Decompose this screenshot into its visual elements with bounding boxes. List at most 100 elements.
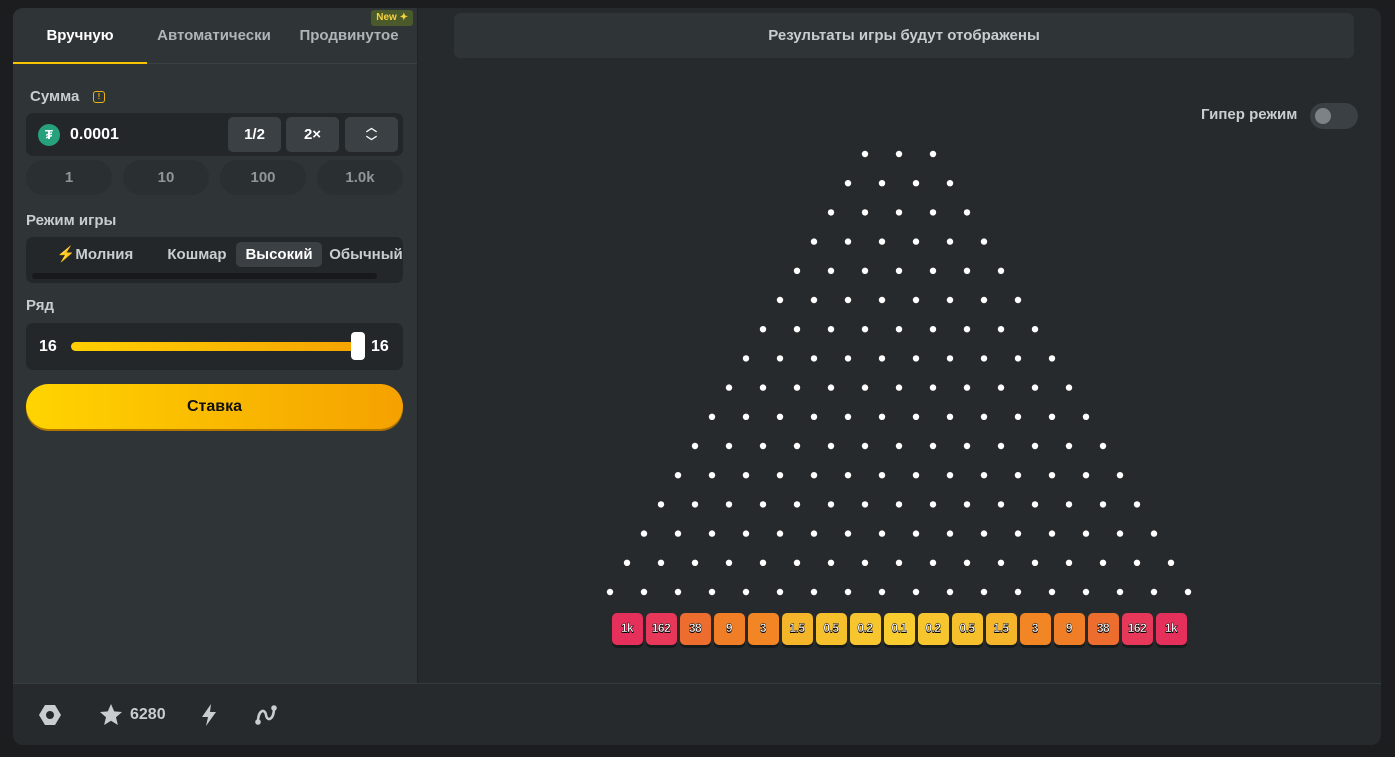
peg [895, 209, 903, 216]
multiplier-slot: 1.5 [781, 613, 813, 645]
peg [946, 472, 954, 479]
plinko-app: Вручную Автоматически Продвинутое New ✦ … [13, 8, 1381, 745]
peg [878, 238, 886, 245]
peg [929, 501, 937, 508]
peg [1014, 588, 1022, 596]
peg [827, 501, 835, 508]
peg [742, 588, 750, 596]
peg [725, 442, 733, 450]
peg [776, 472, 784, 479]
peg [759, 384, 767, 391]
peg [878, 588, 886, 596]
peg [759, 442, 767, 450]
peg [844, 238, 852, 245]
multiplier-slot: 1k [1155, 613, 1187, 645]
peg [793, 267, 801, 274]
peg [1150, 588, 1158, 596]
peg [861, 559, 869, 566]
peg [691, 442, 699, 450]
peg [776, 296, 784, 304]
peg [844, 472, 852, 479]
peg [997, 267, 1005, 274]
peg [895, 326, 903, 333]
star-icon[interactable] [98, 702, 124, 728]
multiplier-slot: 0.2 [917, 613, 949, 645]
multiplier-slot: 9 [1053, 613, 1085, 645]
multiplier-slot: 3 [1019, 613, 1051, 645]
lightning-icon[interactable] [196, 702, 222, 728]
peg [1133, 501, 1141, 508]
peg [963, 384, 971, 391]
peg [861, 209, 869, 216]
route-icon[interactable] [253, 702, 279, 728]
peg [997, 326, 1005, 333]
peg [980, 588, 988, 596]
peg [1184, 588, 1192, 596]
peg [912, 180, 920, 187]
peg [963, 326, 971, 333]
peg [793, 384, 801, 391]
peg [844, 588, 852, 596]
peg [810, 530, 818, 537]
peg [980, 413, 988, 420]
peg [997, 559, 1005, 566]
peg [912, 296, 920, 304]
peg [1048, 472, 1056, 479]
peg [980, 530, 988, 537]
peg [776, 530, 784, 537]
peg [640, 530, 648, 537]
peg [844, 530, 852, 537]
peg [1116, 588, 1124, 596]
peg [963, 267, 971, 274]
peg [980, 296, 988, 304]
multiplier-slot: 162 [1121, 613, 1153, 645]
peg [827, 559, 835, 566]
peg [963, 209, 971, 216]
peg [980, 355, 988, 362]
peg [1065, 384, 1073, 391]
peg [844, 180, 852, 187]
peg [861, 267, 869, 274]
peg [810, 472, 818, 479]
peg [946, 296, 954, 304]
peg [1133, 559, 1141, 566]
multiplier-slot: 38 [679, 613, 711, 645]
peg [725, 384, 733, 391]
peg [742, 413, 750, 420]
peg [827, 442, 835, 450]
peg [895, 150, 903, 158]
peg [827, 267, 835, 274]
hexagon-icon[interactable] [37, 702, 63, 728]
multiplier-slot: 3 [747, 613, 779, 645]
peg [895, 384, 903, 391]
peg [708, 588, 716, 596]
peg [776, 413, 784, 420]
peg [861, 326, 869, 333]
peg [742, 355, 750, 362]
plinko-board [606, 150, 1192, 596]
star-count: 6280 [130, 706, 166, 723]
peg [827, 326, 835, 333]
peg [1014, 355, 1022, 362]
peg [861, 501, 869, 508]
peg [793, 326, 801, 333]
peg [963, 559, 971, 566]
peg [810, 296, 818, 304]
peg [674, 472, 682, 479]
peg [1099, 442, 1107, 450]
peg [861, 150, 869, 158]
multiplier-slot: 0.1 [883, 613, 915, 645]
peg [691, 501, 699, 508]
peg [1082, 472, 1090, 479]
peg [1048, 588, 1056, 596]
peg [929, 209, 937, 216]
peg [980, 238, 988, 245]
multiplier-slot: 9 [713, 613, 745, 645]
peg [691, 559, 699, 566]
peg [912, 588, 920, 596]
peg [1065, 559, 1073, 566]
peg [1014, 413, 1022, 420]
peg [708, 413, 716, 420]
peg [1065, 442, 1073, 450]
peg [708, 530, 716, 537]
